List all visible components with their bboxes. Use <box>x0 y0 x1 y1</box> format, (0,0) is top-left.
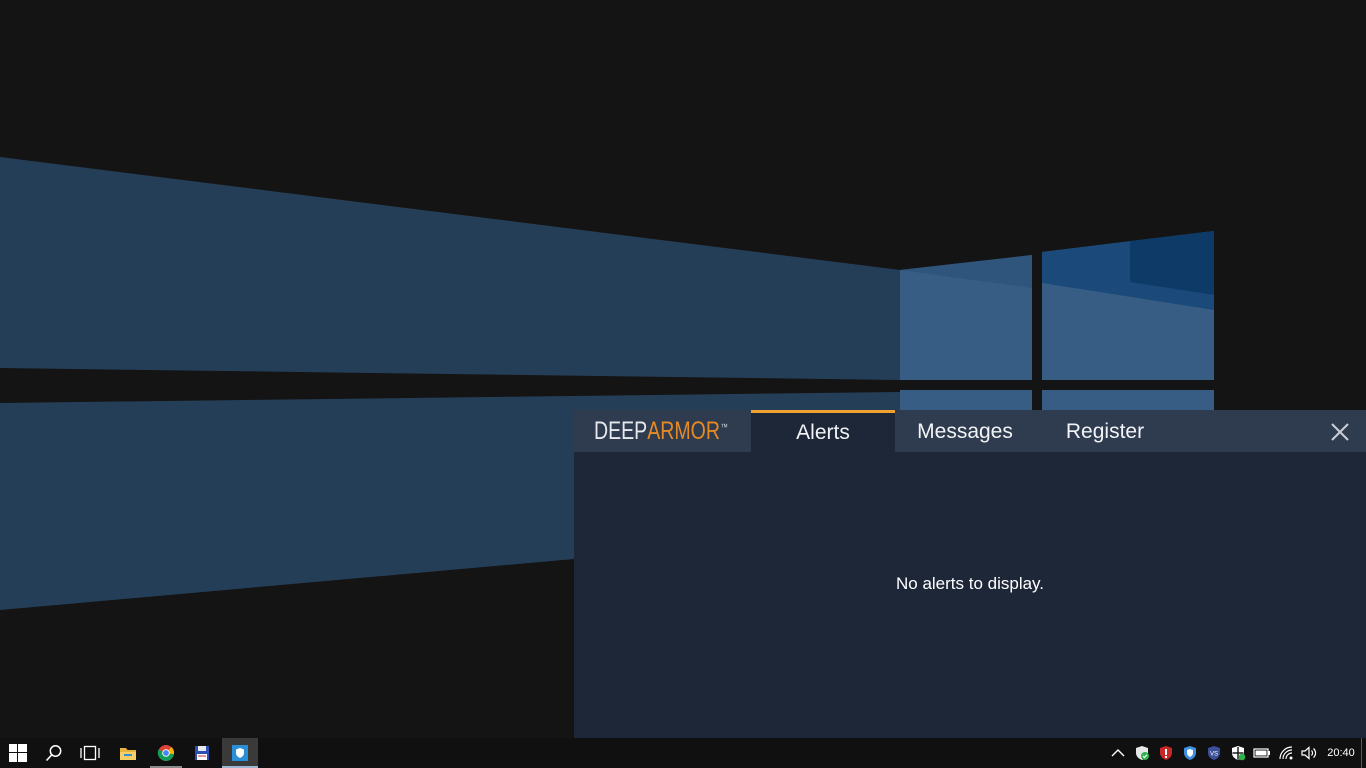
deeparmor-app-button[interactable] <box>222 738 258 768</box>
tray-wifi[interactable] <box>1277 744 1295 762</box>
tray-security[interactable] <box>1181 744 1199 762</box>
logo-text-deep: DEEP <box>594 416 648 445</box>
start-button[interactable] <box>0 738 36 768</box>
windows-start-icon <box>9 744 27 762</box>
tray-battery[interactable] <box>1253 744 1271 762</box>
battery-icon <box>1253 748 1270 758</box>
search-icon <box>45 745 62 762</box>
close-button[interactable] <box>1326 418 1354 446</box>
tray-defender[interactable] <box>1229 744 1247 762</box>
file-explorer-button[interactable] <box>110 738 146 768</box>
show-desktop-button[interactable] <box>1361 738 1366 768</box>
tray-shield-check[interactable] <box>1133 744 1151 762</box>
tab-alerts[interactable]: Alerts <box>751 410 895 452</box>
floppy-disk-app-icon <box>195 746 209 760</box>
task-view-button[interactable] <box>72 738 108 768</box>
logo-wordmark: DEEPARMOR™ <box>594 417 728 446</box>
vs-icon: VS <box>1208 746 1220 760</box>
chrome-icon <box>157 745 175 761</box>
logo-trademark: ™ <box>720 421 728 432</box>
empty-alerts-message: No alerts to display. <box>895 574 1045 593</box>
security-shield-icon <box>1184 746 1196 760</box>
tab-messages-label: Messages <box>917 420 1013 443</box>
svg-text:VS: VS <box>1210 752 1218 758</box>
task-view-icon <box>80 745 100 761</box>
taskbar-clock[interactable]: 20:40 <box>1322 738 1360 768</box>
tab-register-label: Register <box>1065 420 1145 443</box>
logo-text-armor: ARMOR <box>647 416 720 445</box>
deeparmor-app-icon <box>232 745 248 761</box>
deeparmor-popup: DEEPARMOR™ Alerts Messages Register No a… <box>574 410 1366 738</box>
tab-messages[interactable]: Messages <box>895 410 1035 452</box>
file-explorer-icon <box>120 748 136 760</box>
deeparmor-logo: DEEPARMOR™ <box>574 410 751 452</box>
tray-antivirus[interactable] <box>1157 744 1175 762</box>
search-button[interactable] <box>36 738 72 768</box>
shield-check-icon <box>1136 746 1149 760</box>
floppy-app-button[interactable] <box>184 738 220 768</box>
chrome-button[interactable] <box>148 738 184 768</box>
tray-volume[interactable] <box>1300 744 1318 762</box>
wifi-icon <box>1279 746 1293 760</box>
chevron-up-icon <box>1111 749 1125 757</box>
close-icon <box>1331 423 1349 441</box>
tray-vs[interactable]: VS <box>1205 744 1223 762</box>
show-hidden-icons-button[interactable] <box>1109 744 1127 762</box>
tab-register[interactable]: Register <box>1035 410 1175 452</box>
antivirus-shield-icon <box>1160 746 1172 760</box>
tab-alerts-label: Alerts <box>796 420 850 444</box>
volume-icon <box>1301 746 1317 760</box>
taskbar: VS 20:40 <box>0 738 1366 768</box>
popup-header: DEEPARMOR™ Alerts Messages Register <box>574 410 1366 452</box>
windows-defender-icon <box>1232 746 1246 761</box>
